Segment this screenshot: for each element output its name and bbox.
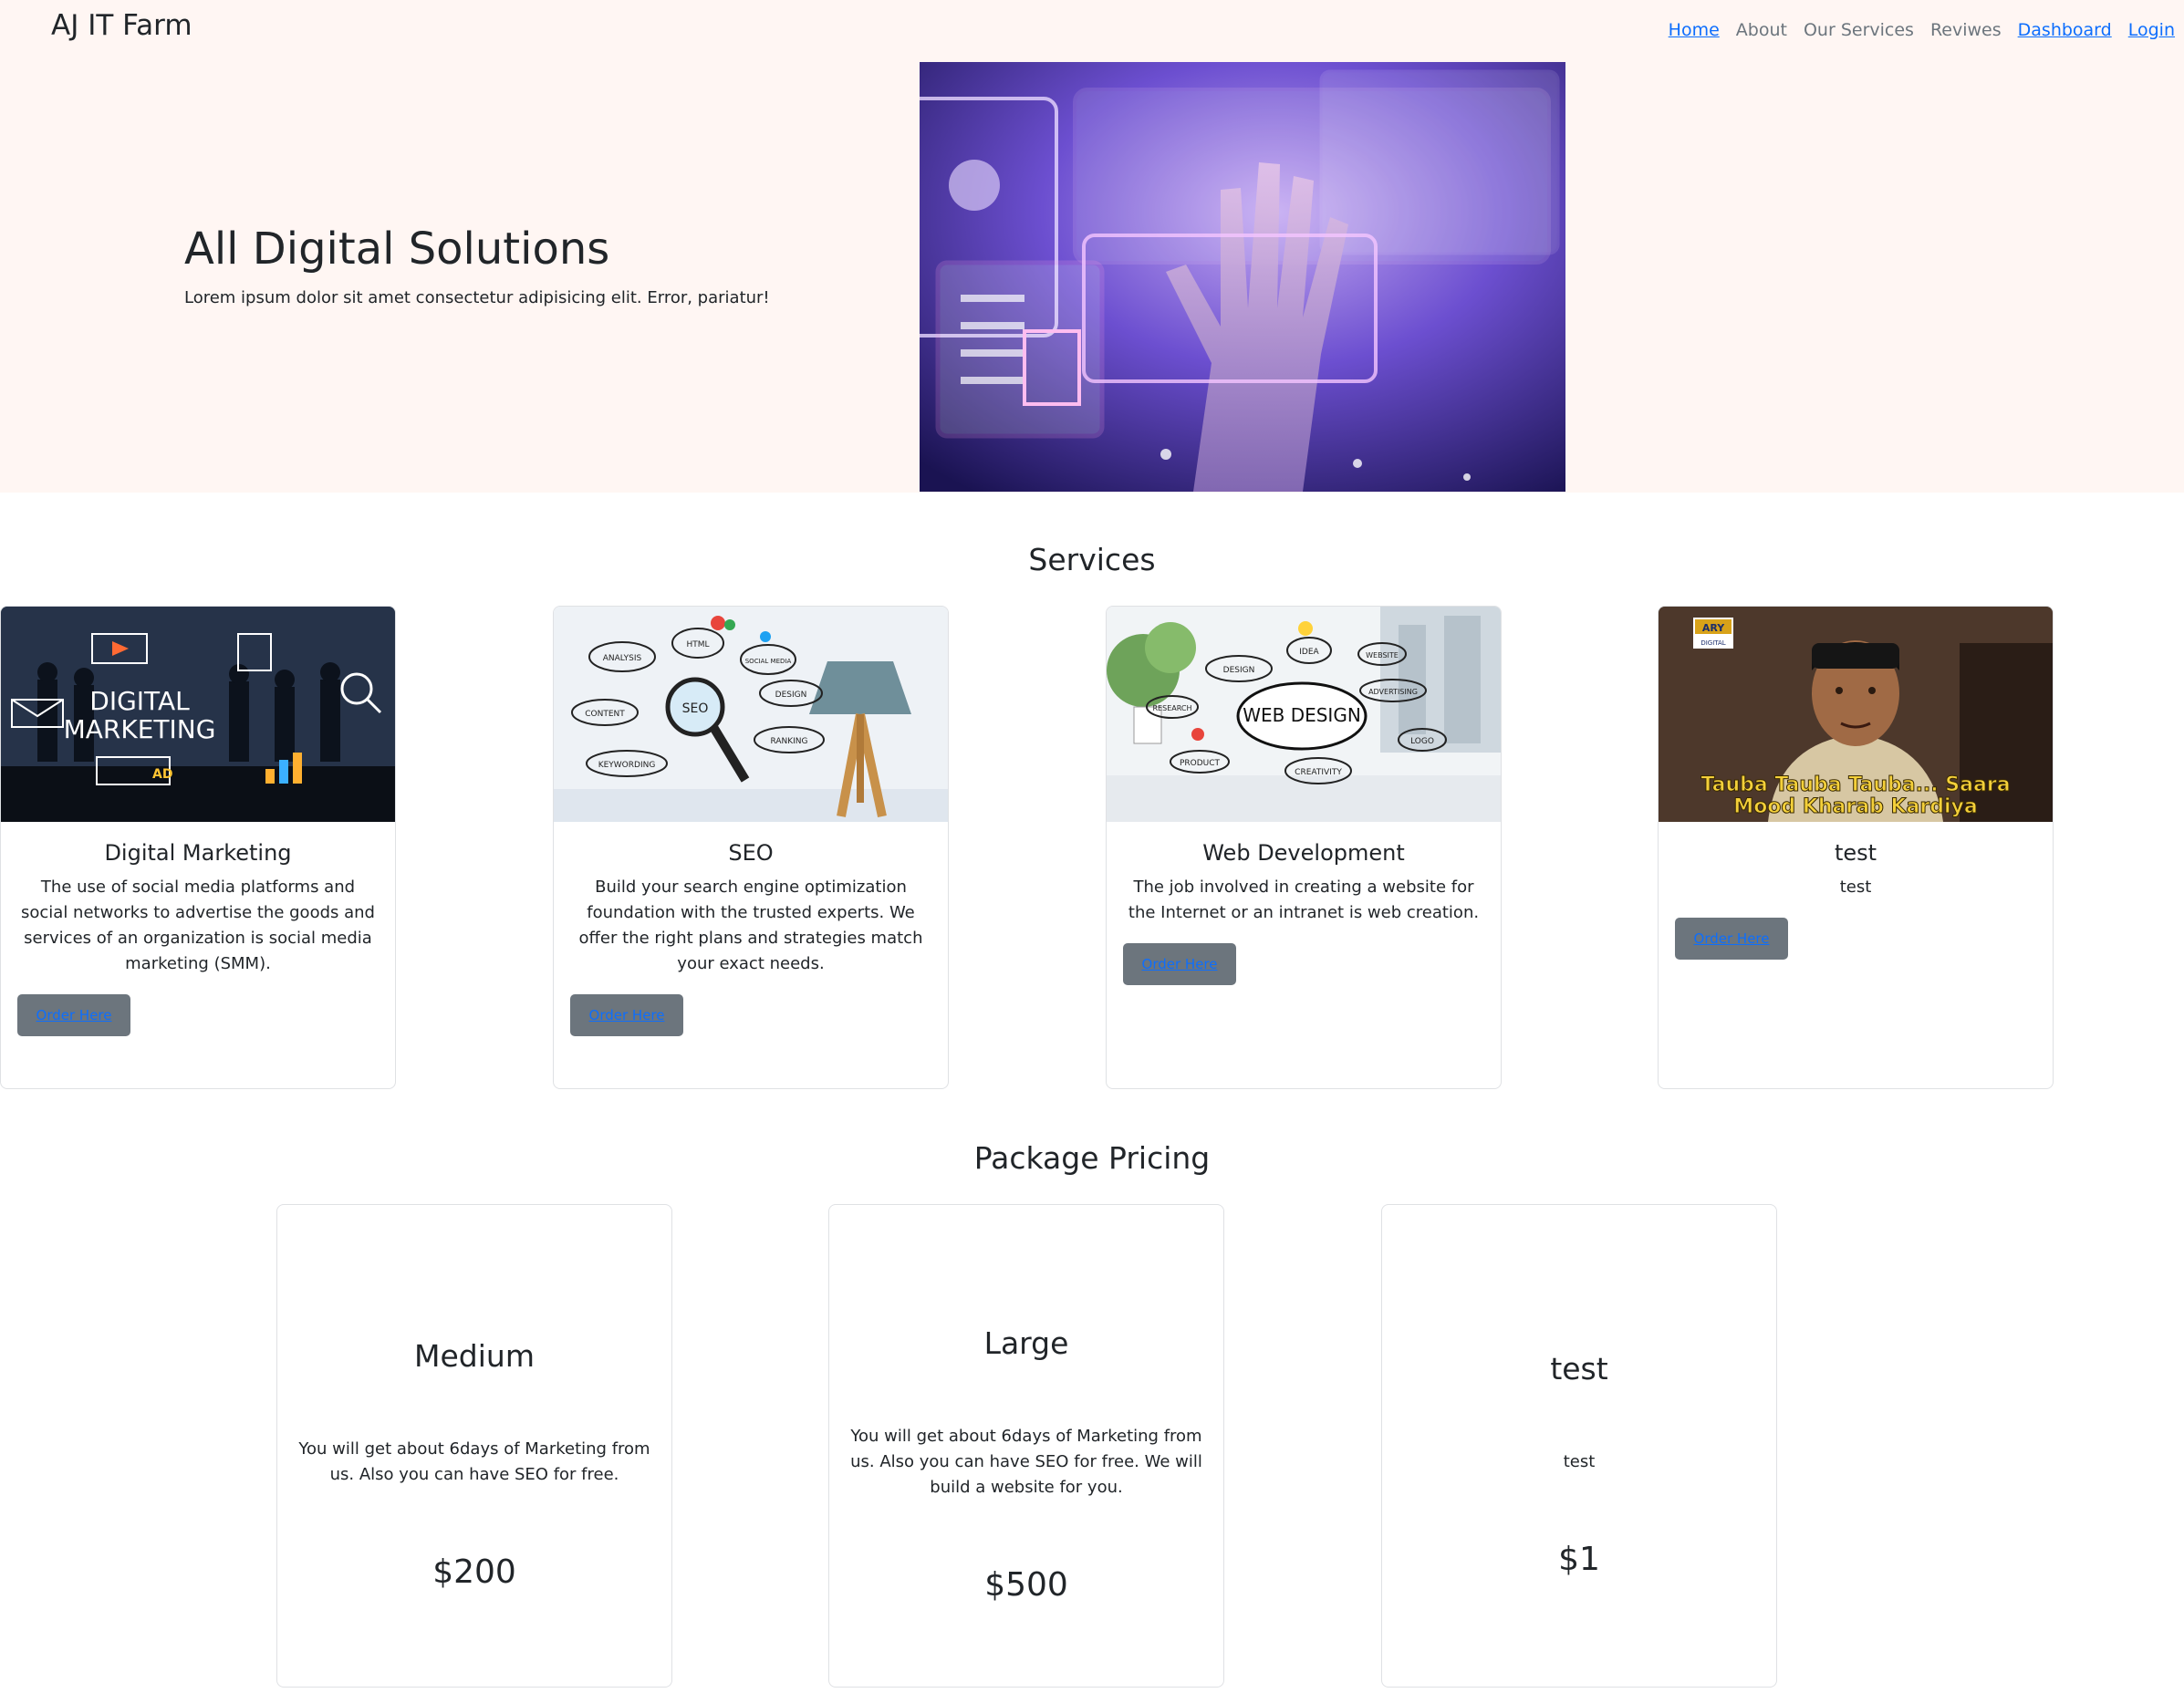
webdev-image-tag-website: WEBSITE [1366,651,1399,660]
seo-image-tag-html: HTML [686,640,709,649]
service-card-digital-marketing: DIGITAL MARKETING AD Digital Marketing T… [0,606,396,1089]
pricing-card-test: test test $1 [1381,1204,1777,1688]
order-link[interactable]: Order Here [1694,930,1770,947]
package-desc-large: You will get about 6days of Marketing fr… [850,1427,1202,1497]
seo-image-tag-analysis: ANALYSIS [603,654,642,663]
order-button-test[interactable]: Order Here [1675,918,1788,960]
meme-caption-line-2: Mood Kharab Kardiya [1733,795,1977,818]
service-text-web-development: The job involved in creating a website f… [1128,878,1480,922]
meme-caption-line-1: Tauba Tauba Tauba... Saara [1700,774,2010,796]
order-link[interactable]: Order Here [36,1007,112,1023]
webdev-image-label: WEB DESIGN [1243,704,1361,726]
seo-image: SEO ANALYSIS HTML SOCIAL MEDIA DESIGN CO… [554,607,948,822]
service-card-web-development: WEB DESIGN DESIGN IDEA WEBSITE RESEARCH … [1106,606,1502,1089]
seo-image-tag-ranking: RANKING [770,737,807,746]
service-title-digital-marketing: Digital Marketing [104,840,292,866]
package-name-large: Large [983,1325,1069,1361]
service-title-seo: SEO [728,840,774,866]
hero-image [920,62,1565,492]
package-price-test: $1 [1558,1541,1600,1578]
seo-image-tag-keywording: KEYWORDING [598,761,656,770]
order-button-seo[interactable]: Order Here [570,994,683,1036]
service-title-web-development: Web Development [1202,840,1405,866]
order-button-web-development[interactable]: Order Here [1123,943,1236,985]
order-button-digital-marketing[interactable]: Order Here [17,994,130,1036]
dm-image-text-1: DIGITAL [89,686,190,716]
seo-image-tag-content: CONTENT [585,710,625,719]
test-service-image: ARY DIGITAL Tauba Tauba Tauba... Saara M… [1659,607,2053,822]
order-link[interactable]: Order Here [589,1007,665,1023]
brand-logo[interactable]: AJ IT Farm [51,9,192,42]
ary-logo-text: ARY [1702,622,1725,634]
seo-image-tag-design: DESIGN [775,691,807,700]
services-heading: Services [1028,542,1156,577]
nav-dashboard-link[interactable]: Dashboard [2018,20,2112,40]
package-price-medium: $200 [432,1553,516,1591]
digital-marketing-image: DIGITAL MARKETING AD [1,607,395,822]
package-price-large: $500 [984,1566,1068,1604]
webdev-image-tag-design: DESIGN [1223,666,1255,675]
nav-login-link[interactable]: Login [2128,20,2175,40]
seo-image-label: SEO [682,701,709,716]
package-name-medium: Medium [414,1338,535,1374]
service-text-test: test [1839,878,1872,897]
dm-image-text-3: AD [152,767,172,782]
pricing-heading: Package Pricing [973,1140,1211,1176]
service-card-test: ARY DIGITAL Tauba Tauba Tauba... Saara M… [1658,606,2054,1089]
dm-image-text-2: MARKETING [64,714,216,744]
order-link[interactable]: Order Here [1142,956,1218,972]
nav-services-link[interactable]: Our Services [1804,20,1914,40]
hero-title: All Digital Solutions [184,223,610,275]
service-text-seo: Build your search engine optimization fo… [578,878,923,973]
webdev-image-tag-research: RESEARCH [1153,704,1192,712]
webdev-image-tag-idea: IDEA [1299,648,1319,657]
package-name-test: test [1550,1351,1608,1387]
seo-image-tag-social: SOCIAL MEDIA [745,658,792,665]
pricing-card-large: Large You will get about 6days of Market… [828,1204,1224,1688]
webdev-image-tag-logo: LOGO [1410,737,1434,746]
nav-reviews-link[interactable]: Reviwes [1930,20,2002,40]
service-text-digital-marketing: The use of social media platforms and so… [21,878,375,973]
webdev-image-tag-advertising: ADVERTISING [1368,688,1418,696]
package-desc-test: test [1563,1452,1596,1471]
main-nav: Home About Our Services Reviwes Dashboar… [1669,20,2175,40]
nav-about-link[interactable]: About [1736,20,1787,40]
pricing-card-medium: Medium You will get about 6days of Marke… [276,1204,672,1688]
ary-logo-subtext: DIGITAL [1700,639,1725,647]
web-development-image: WEB DESIGN DESIGN IDEA WEBSITE RESEARCH … [1107,607,1501,822]
hero-subtitle: Lorem ipsum dolor sit amet consectetur a… [184,288,770,307]
service-card-seo: SEO ANALYSIS HTML SOCIAL MEDIA DESIGN CO… [553,606,949,1089]
nav-home-link[interactable]: Home [1669,20,1720,40]
webdev-image-tag-product: PRODUCT [1180,759,1221,768]
service-title-test: test [1834,840,1877,866]
package-desc-medium: You will get about 6days of Marketing fr… [298,1439,650,1484]
webdev-image-tag-creativity: CREATIVITY [1295,768,1342,777]
